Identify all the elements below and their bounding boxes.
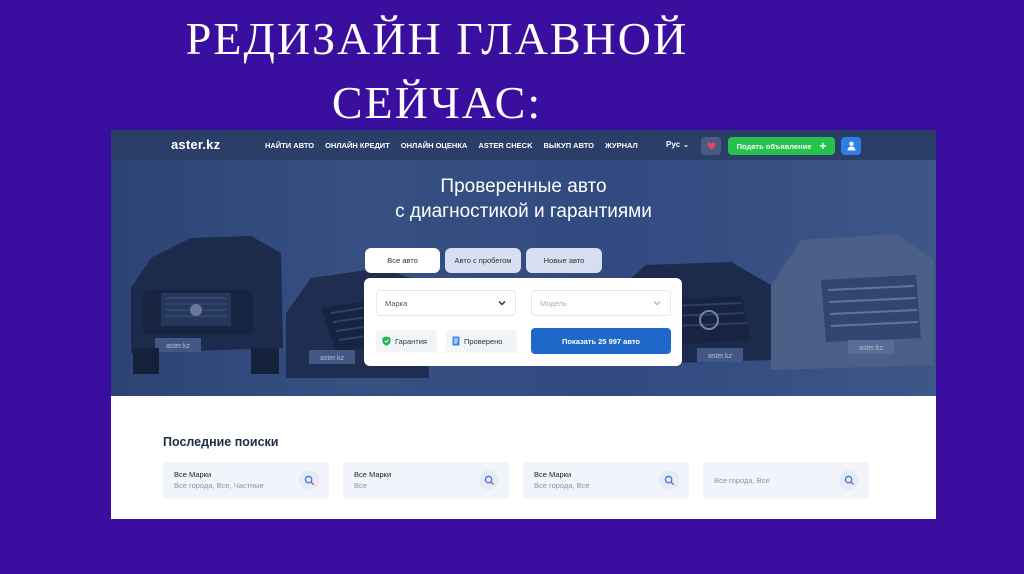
search-reset-icon[interactable]: [479, 470, 499, 490]
verified-filter-chip[interactable]: Проверено: [446, 330, 517, 352]
model-select[interactable]: Модель: [531, 290, 671, 316]
site-logo[interactable]: aster.kz: [171, 137, 220, 152]
warranty-chip-label: Гарантия: [395, 336, 427, 346]
top-navbar: aster.kz НАЙТИ АВТО ОНЛАЙН КРЕДИТ ОНЛАЙН…: [111, 130, 936, 160]
language-selector[interactable]: Рус ⌄: [666, 140, 689, 149]
tab-new-cars[interactable]: Новые авто: [526, 248, 602, 273]
profile-button[interactable]: [841, 137, 861, 155]
checklist-icon: [452, 336, 460, 346]
recent-search-card[interactable]: Все города, Все: [703, 462, 869, 499]
recent-search-make: Все Марки: [354, 470, 392, 479]
tab-used-cars[interactable]: Авто с пробегом: [445, 248, 521, 273]
recent-search-make: Все Марки: [174, 470, 212, 479]
plus-icon: +: [819, 139, 827, 153]
search-reset-icon[interactable]: [839, 470, 859, 490]
verified-chip-label: Проверено: [464, 336, 503, 346]
nav-link-journal[interactable]: ЖУРНАЛ: [605, 141, 638, 150]
chevron-down-icon: [653, 300, 661, 306]
model-select-placeholder: Модель: [540, 298, 567, 308]
tab-all-cars[interactable]: Все авто: [365, 248, 440, 273]
nav-link-buyout[interactable]: ВЫКУП АВТО: [544, 141, 594, 150]
slide-title-line-2: СЕЙЧАС:: [331, 77, 543, 128]
website-screenshot: aster.kz НАЙТИ АВТО ОНЛАЙН КРЕДИТ ОНЛАЙН…: [111, 130, 936, 519]
make-select-value: Марка: [385, 298, 408, 308]
nav-link-online-evaluation[interactable]: ОНЛАЙН ОЦЕНКА: [401, 141, 468, 150]
recent-search-details: Все города, Все: [714, 476, 770, 485]
post-ad-label: Подать объявление: [736, 141, 812, 151]
hero-banner: aster.kz aster.kz aster.kz aster.kz Пров…: [111, 160, 936, 396]
recent-search-details: Все города, Все: [534, 481, 590, 490]
recent-search-make: Все Марки: [534, 470, 572, 479]
recent-search-details: Все: [354, 481, 367, 490]
language-label: Рус: [666, 140, 681, 149]
user-icon: [847, 141, 855, 151]
nav-link-aster-check[interactable]: ASTER CHECK: [478, 141, 532, 150]
make-select[interactable]: Марка: [376, 290, 516, 316]
chevron-down-icon: ⌄: [683, 142, 689, 149]
hero-title-line-2: с диагностикой и гарантиями: [395, 201, 652, 222]
vehicle-type-tabs: Все авто Авто с пробегом Новые авто: [365, 248, 602, 273]
recent-searches-list: Все Марки Все города, Все, Частные Все М…: [163, 462, 869, 499]
search-reset-icon[interactable]: [659, 470, 679, 490]
chevron-down-icon: [498, 300, 506, 306]
post-ad-button[interactable]: Подать объявление +: [728, 137, 835, 155]
heart-icon: [706, 142, 716, 150]
slide-title-line-1: РЕДИЗАЙН ГЛАВНОЙ: [185, 13, 689, 64]
nav-link-online-credit[interactable]: ОНЛАЙН КРЕДИТ: [325, 141, 390, 150]
main-nav: НАЙТИ АВТО ОНЛАЙН КРЕДИТ ОНЛАЙН ОЦЕНКА A…: [265, 141, 638, 150]
recent-search-card[interactable]: Все Марки Все: [343, 462, 509, 499]
shield-check-icon: [382, 336, 391, 346]
recent-searches-title: Последние поиски: [163, 435, 279, 449]
search-reset-icon[interactable]: [299, 470, 319, 490]
recent-search-card[interactable]: Все Марки Все города, Все: [523, 462, 689, 499]
recent-search-details: Все города, Все, Частные: [174, 481, 264, 490]
show-results-button[interactable]: Показать 25 997 авто: [531, 328, 671, 354]
search-form: Марка Модель Гарантия Проверено Показать…: [364, 278, 682, 366]
recent-search-card[interactable]: Все Марки Все города, Все, Частные: [163, 462, 329, 499]
nav-link-find-car[interactable]: НАЙТИ АВТО: [265, 141, 314, 150]
hero-title-line-1: Проверенные авто: [440, 176, 607, 197]
favorites-button[interactable]: [701, 137, 721, 155]
warranty-filter-chip[interactable]: Гарантия: [376, 330, 437, 352]
